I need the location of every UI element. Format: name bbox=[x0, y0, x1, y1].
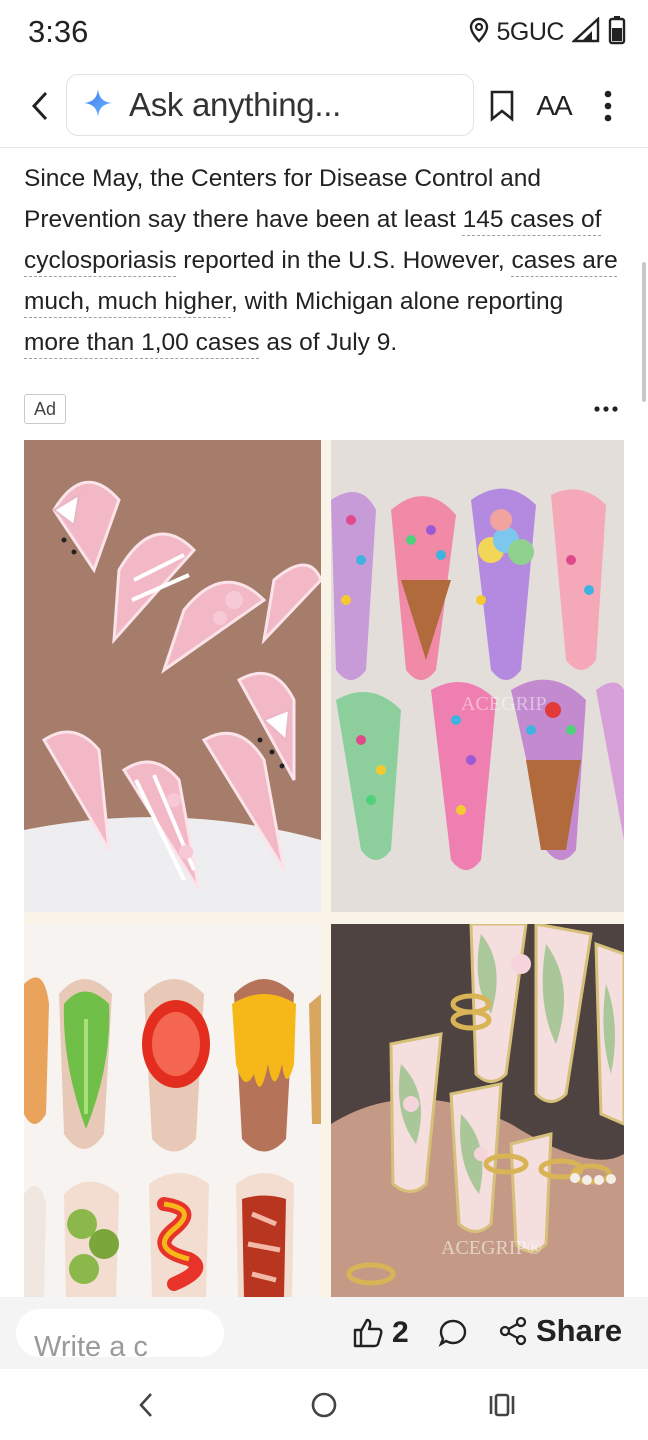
comment-placeholder: Write a c bbox=[34, 1331, 148, 1357]
comment-button[interactable] bbox=[438, 1315, 470, 1351]
comment-input[interactable]: Write a c bbox=[16, 1309, 224, 1357]
like-count: 2 bbox=[392, 1316, 409, 1349]
text-size-label: AA bbox=[536, 90, 572, 121]
ad-label: Ad bbox=[24, 394, 66, 424]
watermark-1: ACEGRIP bbox=[461, 693, 547, 715]
location-icon bbox=[469, 17, 489, 48]
ad-image-floral-nails[interactable]: ACEGRIP® bbox=[331, 924, 624, 1298]
ad-image-pink-nails[interactable] bbox=[24, 440, 321, 912]
chevron-left-icon bbox=[31, 91, 48, 121]
article-text: reported in the U.S. However, bbox=[176, 247, 512, 274]
scrollbar-thumb[interactable] bbox=[642, 262, 646, 402]
ad-options-button[interactable] bbox=[592, 394, 620, 424]
ad-image-grid[interactable]: ACEGRIP ACEGRIP® bbox=[24, 440, 624, 1298]
sparkle-icon bbox=[83, 88, 113, 123]
watermark-2: ACEGRIP® bbox=[441, 1237, 542, 1259]
text-size-button[interactable]: AA bbox=[534, 84, 574, 128]
bookmark-button[interactable] bbox=[486, 84, 518, 128]
network-type: 5GUC bbox=[496, 17, 565, 46]
more-options-button[interactable] bbox=[596, 84, 620, 128]
more-horizontal-icon bbox=[594, 406, 618, 412]
share-icon bbox=[499, 1316, 527, 1346]
nav-back-button[interactable] bbox=[126, 1387, 166, 1423]
ask-anything-box[interactable]: Ask anything... bbox=[66, 74, 474, 136]
article-text: , with Michigan alone reporting bbox=[231, 288, 564, 315]
comment-bar: Write a c 2 Share bbox=[0, 1297, 648, 1369]
back-button[interactable] bbox=[22, 86, 58, 126]
bookmark-icon bbox=[490, 90, 514, 122]
status-bar: 3:36 5GUC bbox=[0, 0, 648, 70]
share-label: Share bbox=[536, 1313, 623, 1348]
share-button[interactable]: Share bbox=[498, 1311, 622, 1351]
ask-placeholder: Ask anything... bbox=[129, 86, 341, 123]
nav-recents-icon bbox=[489, 1393, 515, 1417]
status-icons: 5GUC bbox=[469, 15, 626, 50]
article-paragraph: Since May, the Centers for Disease Contr… bbox=[24, 158, 624, 363]
ad-image-food-nails[interactable] bbox=[24, 924, 321, 1298]
article-text: as of July 9. bbox=[259, 329, 398, 356]
nav-back-icon bbox=[139, 1393, 152, 1417]
ad-image-icecream-nails[interactable]: ACEGRIP bbox=[331, 440, 624, 912]
nav-recents-button[interactable] bbox=[482, 1387, 522, 1423]
like-button[interactable]: 2 bbox=[352, 1313, 409, 1353]
keyword-link[interactable]: more than 1,00 cases bbox=[24, 329, 260, 356]
nav-home-icon bbox=[311, 1392, 337, 1418]
browser-toolbar: Ask anything... AA bbox=[0, 70, 648, 148]
signal-icon bbox=[570, 15, 600, 48]
nav-home-button[interactable] bbox=[304, 1387, 344, 1423]
thumbs-up-icon bbox=[353, 1318, 383, 1348]
more-vertical-icon bbox=[604, 90, 612, 122]
status-time: 3:36 bbox=[28, 14, 89, 49]
system-nav-bar bbox=[0, 1369, 648, 1440]
battery-icon bbox=[608, 15, 626, 50]
comment-bubble-icon bbox=[438, 1319, 467, 1347]
